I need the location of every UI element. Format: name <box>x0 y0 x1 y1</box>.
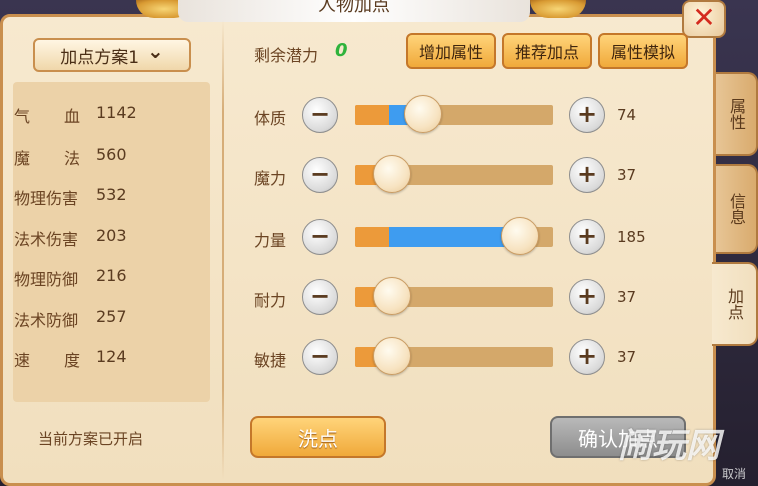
minus-icon[interactable]: − <box>302 339 338 375</box>
scheme-label: 加点方案1 <box>60 47 140 68</box>
minus-icon[interactable]: − <box>302 219 338 255</box>
stat-value: 216 <box>96 266 127 285</box>
attribute-label: 体质 <box>254 109 287 128</box>
add-attribute-button[interactable]: 增加属性 <box>406 33 496 69</box>
attribute-value: 37 <box>617 288 637 306</box>
minus-icon[interactable]: − <box>302 157 338 193</box>
attribute-slider[interactable] <box>355 217 553 255</box>
attribute-label: 力量 <box>254 231 287 250</box>
watermark-sub: 取消 <box>722 467 747 481</box>
attribute-slider[interactable] <box>355 277 553 315</box>
plus-icon[interactable]: + <box>569 97 605 133</box>
game-screen: 人物加点 ✕ 属性 信息 加点 加点方案1 ⌄ 气血 1142 魔法 560 物理伤害 5… <box>0 0 758 486</box>
attribute-value: 185 <box>617 228 646 246</box>
stat-value: 257 <box>96 307 127 326</box>
stat-value: 560 <box>96 145 127 164</box>
stat-row: 法术防御 257 <box>14 307 127 331</box>
tab-attributes[interactable]: 属性 <box>716 72 758 156</box>
slider-added-fill <box>389 227 517 247</box>
stat-value: 1142 <box>96 103 137 122</box>
potential-label: 剩余潜力 <box>254 46 319 65</box>
stat-row: 魔法 560 <box>14 145 127 169</box>
stat-name: 魔法 <box>14 149 80 168</box>
stat-row: 物理防御 216 <box>14 266 127 290</box>
attribute-label: 耐力 <box>254 291 287 310</box>
tab-add-points[interactable]: 加点 <box>712 262 758 346</box>
simulate-attributes-button[interactable]: 属性模拟 <box>598 33 688 69</box>
window-title: 人物加点 <box>178 0 530 22</box>
tab-info[interactable]: 信息 <box>716 164 758 254</box>
attribute-value: 74 <box>617 106 637 124</box>
stat-name: 物理伤害 <box>14 189 79 208</box>
stat-name: 气血 <box>14 107 80 126</box>
column-divider <box>222 20 224 480</box>
slider-base-fill <box>355 105 389 125</box>
attribute-label: 敏捷 <box>254 351 287 370</box>
slider-handle[interactable] <box>501 217 539 255</box>
minus-icon[interactable]: − <box>302 97 338 133</box>
slider-handle[interactable] <box>373 155 411 193</box>
attribute-value: 37 <box>617 348 637 366</box>
attribute-slider[interactable] <box>355 95 553 133</box>
slider-handle[interactable] <box>404 95 442 133</box>
slider-handle[interactable] <box>373 277 411 315</box>
recommend-points-button[interactable]: 推荐加点 <box>502 33 592 69</box>
stat-row: 法术伤害 203 <box>14 226 127 250</box>
stat-name: 法术伤害 <box>14 230 79 249</box>
scheme-dropdown[interactable]: 加点方案1 ⌄ <box>33 38 191 72</box>
potential-value: 0 <box>335 40 348 61</box>
stat-value: 532 <box>96 185 127 204</box>
stat-name: 法术防御 <box>14 311 79 330</box>
stat-name: 速度 <box>14 351 80 370</box>
plus-icon[interactable]: + <box>569 219 605 255</box>
minus-icon[interactable]: − <box>302 279 338 315</box>
stat-value: 203 <box>96 226 127 245</box>
chevron-down-icon: ⌄ <box>147 39 164 63</box>
stat-row: 气血 1142 <box>14 103 137 127</box>
slider-base-fill <box>355 227 389 247</box>
slider-handle[interactable] <box>373 337 411 375</box>
stat-row: 物理伤害 532 <box>14 185 127 209</box>
stat-value: 124 <box>96 347 127 366</box>
scheme-status: 当前方案已开启 <box>38 430 144 448</box>
attribute-label: 魔力 <box>254 169 287 188</box>
close-icon[interactable]: ✕ <box>682 0 726 38</box>
plus-icon[interactable]: + <box>569 339 605 375</box>
plus-icon[interactable]: + <box>569 157 605 193</box>
stat-name: 物理防御 <box>14 270 79 289</box>
plus-icon[interactable]: + <box>569 279 605 315</box>
attribute-slider[interactable] <box>355 337 553 375</box>
stat-row: 速度 124 <box>14 347 127 371</box>
watermark-logo: 闹玩网 <box>618 426 720 466</box>
attribute-value: 37 <box>617 166 637 184</box>
attribute-slider[interactable] <box>355 155 553 193</box>
reset-points-button[interactable]: 洗点 <box>250 416 386 458</box>
